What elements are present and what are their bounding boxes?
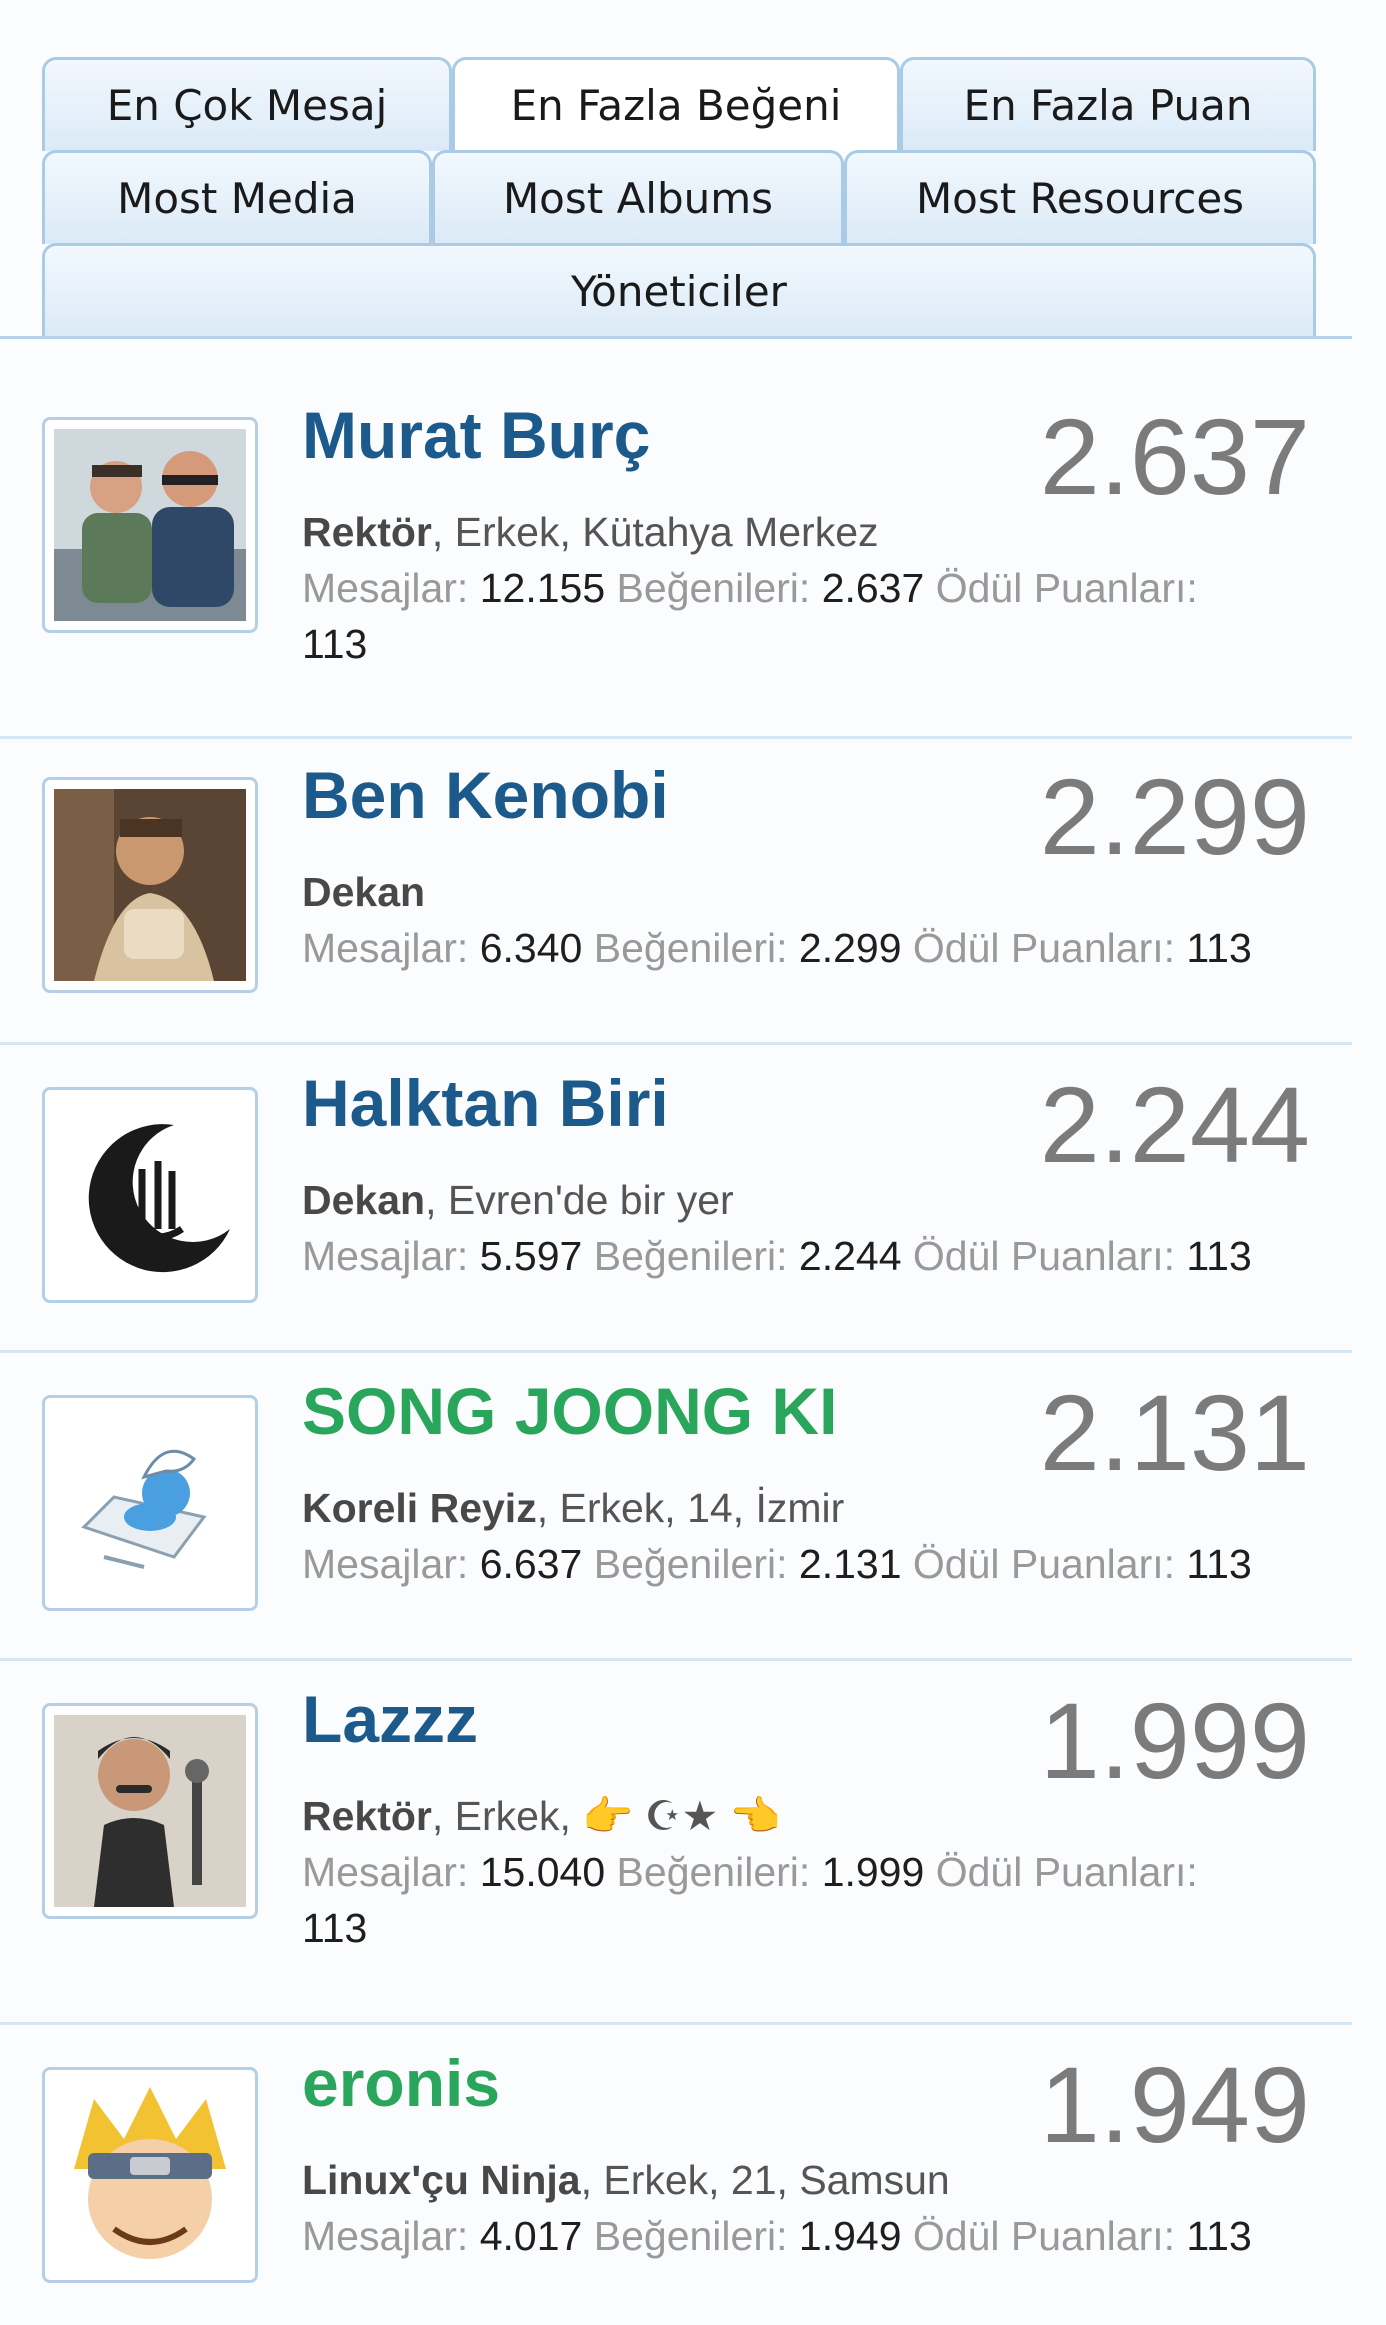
member-stats: Mesajlar: 6.637 Beğenileri: 2.131 Ödül P… [302, 1536, 1312, 1592]
points-label: Ödül Puanları: [935, 1849, 1198, 1895]
tab-most-points[interactable]: En Fazla Puan [900, 57, 1316, 151]
points-label: Ödül Puanları: [912, 1541, 1176, 1587]
member-info: Rektör, Erkek, Kütahya Merkez [302, 504, 1312, 560]
user-details: , Erkek, 14, İzmir [536, 1485, 845, 1531]
messages-value: 5.597 [479, 1233, 583, 1279]
user-title: Dekan [302, 1177, 426, 1223]
points-label: Ödül Puanları: [912, 2213, 1176, 2259]
avatar[interactable] [42, 777, 258, 993]
tab-most-media[interactable]: Most Media [42, 150, 432, 244]
points-value: 113 [1186, 2213, 1252, 2259]
points-value: 113 [1186, 925, 1252, 971]
member-name-link[interactable]: Ben Kenobi [302, 757, 669, 833]
messages-value: 4.017 [479, 2213, 583, 2259]
like-score: 2.299 [1039, 756, 1310, 877]
like-score: 1.949 [1039, 2044, 1310, 2165]
user-details: , Erkek, Kütahya Merkez [431, 509, 879, 555]
likes-label: Beğenileri: [593, 2213, 788, 2259]
member-stats: Mesajlar: 12.155 Beğenileri: 2.637 Ödül … [302, 560, 1312, 672]
tab-most-resources[interactable]: Most Resources [844, 150, 1316, 244]
likes-value: 2.244 [798, 1233, 902, 1279]
messages-label: Mesajlar: [302, 1849, 469, 1895]
user-details: , Erkek, 👉 ☪★ 👈 [431, 1793, 781, 1839]
avatar[interactable] [42, 2067, 258, 2283]
avatar[interactable] [42, 1703, 258, 1919]
messages-label: Mesajlar: [302, 565, 469, 611]
smurf-drawing-icon [54, 1407, 246, 1599]
avatar[interactable] [42, 1087, 258, 1303]
points-label: Ödül Puanları: [912, 925, 1176, 971]
member-name-link[interactable]: SONG JOONG KI [302, 1373, 837, 1449]
member-info: Linux'çu Ninja, Erkek, 21, Samsun [302, 2152, 1312, 2208]
anime-ninja-icon [54, 2079, 246, 2271]
two-men-photo-icon [54, 429, 246, 621]
avatar[interactable] [42, 417, 258, 633]
likes-value: 2.299 [798, 925, 902, 971]
tab-most-albums[interactable]: Most Albums [432, 150, 844, 244]
tab-bar: En Çok Mesaj En Fazla Beğeni En Fazla Pu… [0, 0, 1352, 339]
member-row: Lazzz 1.999 Rektör, Erkek, 👉 ☪★ 👈 Mesajl… [0, 1661, 1352, 2025]
user-title: Koreli Reyiz [302, 1485, 537, 1531]
caricature-singer-icon [54, 1715, 246, 1907]
messages-label: Mesajlar: [302, 925, 469, 971]
member-info: Rektör, Erkek, 👉 ☪★ 👈 [302, 1788, 1312, 1844]
member-name-link[interactable]: Lazzz [302, 1681, 478, 1757]
avatar[interactable] [42, 1395, 258, 1611]
user-title: Linux'çu Ninja [302, 2157, 581, 2203]
points-value: 113 [302, 1905, 368, 1951]
like-score: 2.244 [1039, 1064, 1310, 1185]
points-label: Ödül Puanları: [935, 565, 1198, 611]
member-stats: Mesajlar: 5.597 Beğenileri: 2.244 Ödül P… [302, 1228, 1312, 1284]
man-photo-icon [54, 789, 246, 981]
like-score: 2.131 [1039, 1372, 1310, 1493]
messages-value: 6.340 [479, 925, 583, 971]
likes-value: 2.131 [798, 1541, 902, 1587]
likes-label: Beğenileri: [593, 1541, 788, 1587]
member-row: Halktan Biri 2.244 Dekan, Evren'de bir y… [0, 1045, 1352, 1353]
member-row: eronis 1.949 Linux'çu Ninja, Erkek, 21, … [0, 2025, 1352, 2325]
tab-most-messages[interactable]: En Çok Mesaj [42, 57, 452, 151]
member-info: Dekan [302, 864, 1312, 920]
tab-most-likes[interactable]: En Fazla Beğeni [452, 57, 900, 151]
points-value: 113 [1186, 1233, 1252, 1279]
user-title: Rektör [302, 1793, 432, 1839]
member-info: Dekan, Evren'de bir yer [302, 1172, 1312, 1228]
member-name-link[interactable]: Halktan Biri [302, 1065, 669, 1141]
member-stats: Mesajlar: 4.017 Beğenileri: 1.949 Ödül P… [302, 2208, 1312, 2264]
likes-label: Beğenileri: [616, 565, 811, 611]
crescent-calligraphy-icon [54, 1099, 246, 1291]
like-score: 2.637 [1039, 396, 1310, 517]
user-details: , Evren'de bir yer [425, 1177, 734, 1223]
likes-value: 2.637 [821, 565, 925, 611]
messages-value: 6.637 [479, 1541, 583, 1587]
member-row: Ben Kenobi 2.299 Dekan Mesajlar: 6.340 B… [0, 739, 1352, 1045]
member-info: Koreli Reyiz, Erkek, 14, İzmir [302, 1480, 1312, 1536]
likes-value: 1.949 [798, 2213, 902, 2259]
user-title: Rektör [302, 509, 432, 555]
likes-label: Beğenileri: [616, 1849, 811, 1895]
messages-label: Mesajlar: [302, 1541, 469, 1587]
tab-administrators[interactable]: Yöneticiler [42, 243, 1316, 336]
member-stats: Mesajlar: 6.340 Beğenileri: 2.299 Ödül P… [302, 920, 1312, 976]
points-label: Ödül Puanları: [912, 1233, 1176, 1279]
likes-label: Beğenileri: [593, 925, 788, 971]
like-score: 1.999 [1039, 1680, 1310, 1801]
points-value: 113 [1186, 1541, 1252, 1587]
messages-value: 12.155 [479, 565, 606, 611]
messages-label: Mesajlar: [302, 1233, 469, 1279]
member-name-link[interactable]: eronis [302, 2045, 500, 2121]
likes-value: 1.999 [821, 1849, 925, 1895]
messages-value: 15.040 [479, 1849, 606, 1895]
member-name-link[interactable]: Murat Burç [302, 397, 650, 473]
user-title: Dekan [302, 869, 426, 915]
likes-label: Beğenileri: [593, 1233, 788, 1279]
user-details: , Erkek, 21, Samsun [580, 2157, 950, 2203]
points-value: 113 [302, 621, 368, 667]
messages-label: Mesajlar: [302, 2213, 469, 2259]
member-row: SONG JOONG KI 2.131 Koreli Reyiz, Erkek,… [0, 1353, 1352, 1661]
member-row: Murat Burç 2.637 Rektör, Erkek, Kütahya … [0, 339, 1352, 739]
member-stats: Mesajlar: 15.040 Beğenileri: 1.999 Ödül … [302, 1844, 1312, 1956]
